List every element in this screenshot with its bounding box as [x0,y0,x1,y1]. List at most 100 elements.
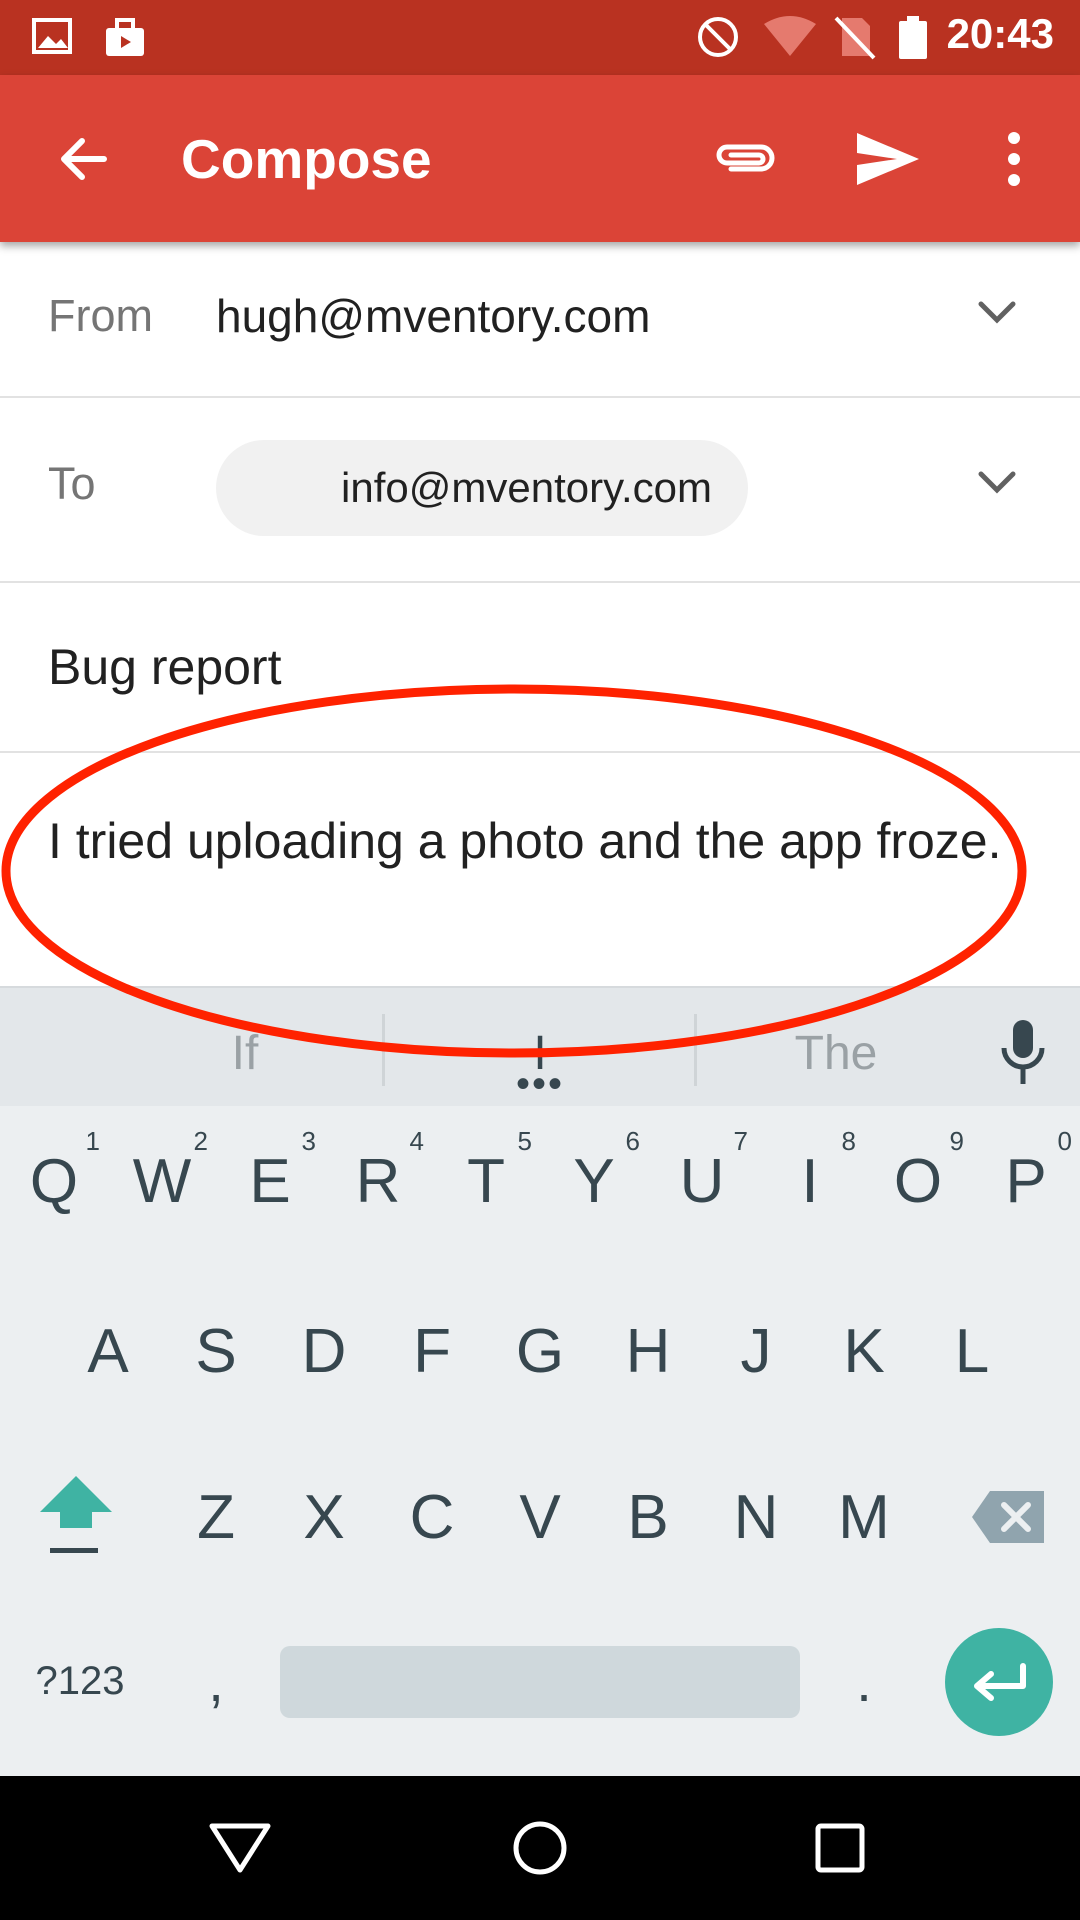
send-icon [857,133,919,185]
suggestion-1[interactable]: If [145,1026,345,1081]
key-label: I [801,1146,819,1216]
more-options-button[interactable] [978,123,1050,195]
back-button[interactable] [48,123,120,195]
key-hint: 9 [949,1126,964,1156]
key-s[interactable]: S [166,1296,266,1406]
symbols-key[interactable]: ?123 [18,1626,142,1736]
key-label: R [355,1146,401,1216]
key-u[interactable]: U7 [652,1126,752,1236]
key-h[interactable]: H [598,1296,698,1406]
home-circle-icon [513,1821,567,1875]
key-hint: 0 [1057,1126,1072,1156]
shift-key[interactable] [24,1462,128,1572]
key-n[interactable]: N [706,1462,806,1572]
period-key[interactable]: . [814,1626,914,1736]
attach-button[interactable] [708,123,780,195]
subject-text: Bug report [48,639,282,695]
do-not-disturb-icon [698,17,738,57]
key-l[interactable]: L [922,1296,1022,1406]
key-v[interactable]: V [490,1462,590,1572]
key-r[interactable]: R4 [328,1126,428,1236]
chevron-down-icon [978,471,1016,494]
key-x[interactable]: X [274,1462,374,1572]
nav-home-button[interactable] [500,1808,580,1888]
to-label: To [48,458,96,509]
back-arrow-icon [61,138,107,180]
key-t[interactable]: T5 [436,1126,536,1236]
key-k[interactable]: K [814,1296,914,1406]
key-g[interactable]: G [490,1296,590,1406]
key-hint: 1 [85,1126,100,1156]
key-label: P [1005,1146,1047,1216]
key-hint: 2 [193,1126,208,1156]
image-notification-icon [32,18,72,54]
clock: 20:43 [946,10,1054,57]
key-b[interactable]: B [598,1462,698,1572]
key-hint: 7 [733,1126,748,1156]
nav-back-button[interactable] [200,1808,280,1888]
key-hint: 5 [517,1126,532,1156]
key-w[interactable]: W2 [112,1126,212,1236]
suggestion-strip: If I ••• The [0,986,1080,1108]
page-title: Compose [181,128,432,190]
key-i[interactable]: I8 [760,1126,860,1236]
send-button[interactable] [852,123,924,195]
recipient-email: info@mventory.com [341,464,712,511]
chevron-down-icon [978,301,1016,324]
from-row[interactable]: From hugh@mventory.com [0,242,1080,397]
shift-arrow-icon [40,1476,112,1553]
key-hint: 3 [301,1126,316,1156]
backspace-icon [972,1491,1044,1543]
to-expand-button[interactable] [967,452,1027,512]
navigation-bar [0,1776,1080,1920]
recents-square-icon [815,1823,865,1873]
key-z[interactable]: Z [166,1462,266,1572]
app-bar: Compose [0,75,1080,242]
no-sim-icon [834,16,876,60]
status-bar: 20:43 [0,0,1080,75]
space-bar[interactable] [280,1646,800,1718]
key-hint: 8 [841,1126,856,1156]
enter-arrow-icon [974,1663,1026,1701]
key-e[interactable]: E3 [220,1126,320,1236]
key-c[interactable]: C [382,1462,482,1572]
enter-key[interactable] [945,1628,1053,1736]
battery-icon [899,16,927,59]
recipient-chip[interactable]: info@mventory.com [216,440,748,536]
from-label: From [48,290,153,341]
suggestion-divider [382,1014,385,1086]
key-label: U [679,1146,725,1216]
from-expand-button[interactable] [967,282,1027,342]
more-suggestions-dots[interactable]: ••• [516,1062,564,1107]
microphone-icon[interactable] [998,1018,1048,1088]
backspace-key[interactable] [954,1462,1064,1572]
suggestion-3[interactable]: The [736,1026,936,1081]
key-j[interactable]: J [706,1296,806,1406]
key-y[interactable]: Y6 [544,1126,644,1236]
key-hint: 6 [625,1126,640,1156]
key-label: Y [573,1146,615,1216]
nav-recents-button[interactable] [800,1808,880,1888]
key-label: W [132,1146,192,1216]
key-label: T [467,1146,505,1216]
from-value: hugh@mventory.com [216,290,651,342]
key-q[interactable]: Q1 [4,1126,104,1236]
key-d[interactable]: D [274,1296,374,1406]
keyboard: Q1 W2 E3 R4 T5 Y6 U7 I8 O9 P0 A S D F G … [0,1106,1080,1776]
more-vert-icon [1008,132,1020,186]
key-p[interactable]: P0 [976,1126,1076,1236]
body-text: I tried uploading a photo and the app fr… [48,813,1002,869]
key-f[interactable]: F [382,1296,482,1406]
briefcase-notification-icon [106,18,144,56]
key-label: Q [29,1146,79,1216]
key-label: O [893,1146,943,1216]
key-m[interactable]: M [814,1462,914,1572]
back-triangle-icon [209,1823,271,1873]
key-a[interactable]: A [58,1296,158,1406]
key-hint: 4 [409,1126,424,1156]
key-o[interactable]: O9 [868,1126,968,1236]
attach-icon [716,144,775,172]
suggestion-divider [694,1014,697,1086]
comma-key[interactable]: , [166,1626,266,1736]
wifi-icon [764,16,816,56]
